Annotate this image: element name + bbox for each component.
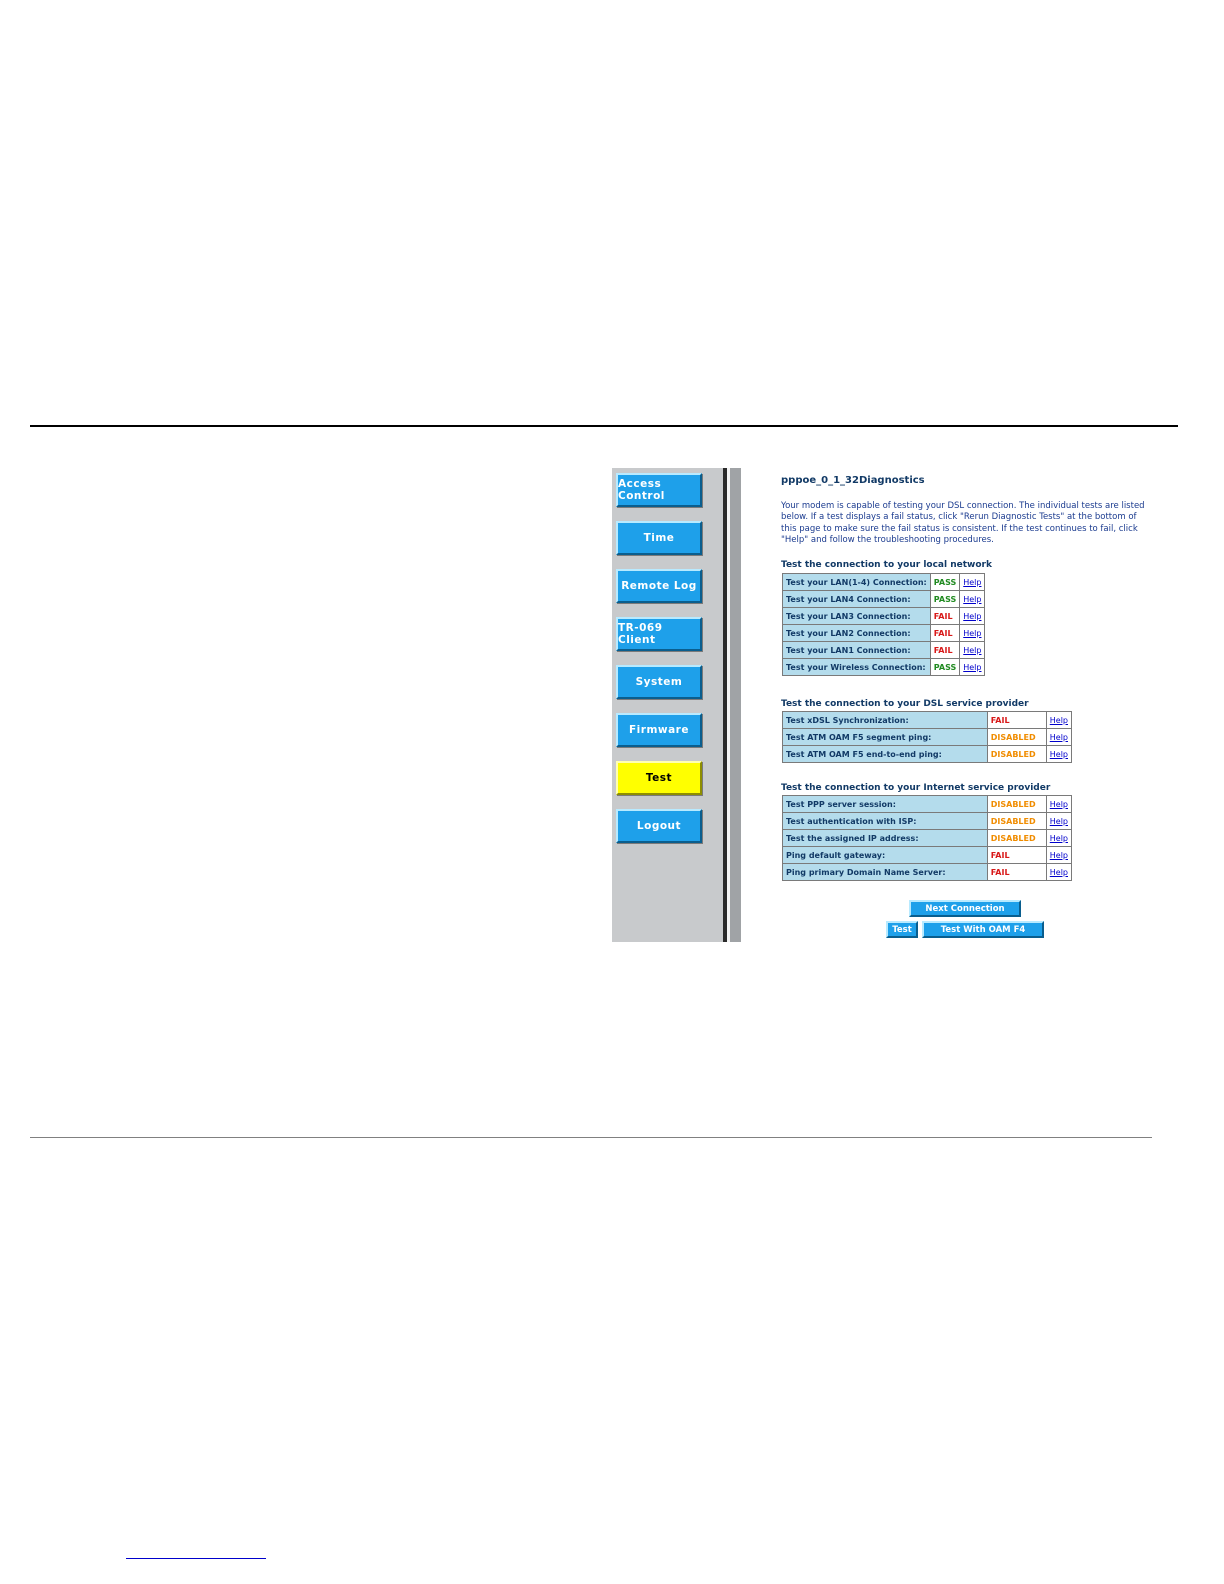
test-oam-f4-button[interactable]: Test With OAM F4 xyxy=(922,921,1044,938)
status-pass: PASS xyxy=(929,590,961,608)
help-link[interactable]: Help xyxy=(1050,750,1068,759)
table-row: Test your LAN2 Connection: FAIL Help xyxy=(782,624,986,642)
help-link[interactable]: Help xyxy=(963,578,981,587)
table-row: Test ATM OAM F5 end-to-end ping: DISABLE… xyxy=(782,745,1073,763)
help-link[interactable]: Help xyxy=(963,612,981,621)
table-row: Test your Wireless Connection: PASS Help xyxy=(782,658,986,676)
help-link[interactable]: Help xyxy=(963,663,981,672)
intro-text: Your modem is capable of testing your DS… xyxy=(781,501,1145,545)
status-pass: PASS xyxy=(929,658,961,676)
table-row: Test your LAN3 Connection: FAIL Help xyxy=(782,607,986,625)
table-row: Test your LAN4 Connection: PASS Help xyxy=(782,590,986,608)
test-label: Test authentication with ISP: xyxy=(782,812,988,830)
table-row: Test xDSL Synchronization: FAIL Help xyxy=(782,711,1073,729)
test-label: Test xDSL Synchronization: xyxy=(782,711,988,729)
page-rule-bottom xyxy=(30,1137,1152,1138)
status-disabled: DISABLED xyxy=(986,795,1047,813)
status-disabled: DISABLED xyxy=(986,728,1047,746)
table-row: Test authentication with ISP: DISABLED H… xyxy=(782,812,1073,830)
help-link[interactable]: Help xyxy=(963,629,981,638)
dsl-provider-table: Test xDSL Synchronization: FAIL Help Tes… xyxy=(782,711,1073,763)
test-button[interactable]: Test xyxy=(886,921,918,938)
nav-time-button[interactable]: Time xyxy=(616,521,702,555)
help-link[interactable]: Help xyxy=(1050,868,1068,877)
test-label: Test your LAN2 Connection: xyxy=(782,624,931,642)
table-row: Test PPP server session: DISABLED Help xyxy=(782,795,1073,813)
local-network-table: Test your LAN(1-4) Connection: PASS Help… xyxy=(782,573,986,676)
status-fail: FAIL xyxy=(929,607,961,625)
nav-access-control-button[interactable]: Access Control xyxy=(616,473,702,507)
status-fail: FAIL xyxy=(986,711,1047,729)
test-label: Test your Wireless Connection: xyxy=(782,658,931,676)
test-label: Ping default gateway: xyxy=(782,846,988,864)
table-row: Test the assigned IP address: DISABLED H… xyxy=(782,829,1073,847)
nav-tr069-client-button[interactable]: TR-069 Client xyxy=(616,617,702,651)
nav-system-button[interactable]: System xyxy=(616,665,702,699)
sidebar: Access Control Time Remote Log TR-069 Cl… xyxy=(612,468,723,942)
status-fail: FAIL xyxy=(986,846,1047,864)
status-fail: FAIL xyxy=(986,863,1047,881)
section-title-local-network: Test the connection to your local networ… xyxy=(781,560,992,570)
status-disabled: DISABLED xyxy=(986,745,1047,763)
router-diagnostics-screenshot: Access Control Time Remote Log TR-069 Cl… xyxy=(612,468,1152,942)
nav-firmware-button[interactable]: Firmware xyxy=(616,713,702,747)
help-link[interactable]: Help xyxy=(963,646,981,655)
section-title-dsl-provider: Test the connection to your DSL service … xyxy=(781,699,1029,709)
status-fail: FAIL xyxy=(929,641,961,659)
nav-remote-log-button[interactable]: Remote Log xyxy=(616,569,702,603)
help-link[interactable]: Help xyxy=(1050,851,1068,860)
status-disabled: DISABLED xyxy=(986,829,1047,847)
test-label: Test ATM OAM F5 segment ping: xyxy=(782,728,988,746)
status-pass: PASS xyxy=(929,573,961,591)
internet-provider-table: Test PPP server session: DISABLED Help T… xyxy=(782,795,1073,881)
frame-divider[interactable] xyxy=(723,468,741,942)
diagnostics-content: pppoe_0_1_32Diagnostics Your modem is ca… xyxy=(741,468,1152,942)
help-link[interactable]: Help xyxy=(1050,733,1068,742)
test-label: Test ATM OAM F5 end-to-end ping: xyxy=(782,745,988,763)
nav-logout-button[interactable]: Logout xyxy=(616,809,702,843)
page-rule-top xyxy=(30,425,1178,427)
help-link[interactable]: Help xyxy=(1050,834,1068,843)
table-row: Test your LAN1 Connection: FAIL Help xyxy=(782,641,986,659)
help-link[interactable]: Help xyxy=(1050,817,1068,826)
status-disabled: DISABLED xyxy=(986,812,1047,830)
table-row: Ping primary Domain Name Server: FAIL He… xyxy=(782,863,1073,881)
test-label: Test the assigned IP address: xyxy=(782,829,988,847)
next-connection-button[interactable]: Next Connection xyxy=(909,900,1021,917)
table-row: Ping default gateway: FAIL Help xyxy=(782,846,1073,864)
section-title-internet-provider: Test the connection to your Internet ser… xyxy=(781,783,1051,793)
page-title: pppoe_0_1_32Diagnostics xyxy=(781,475,925,486)
help-link[interactable]: Help xyxy=(1050,800,1068,809)
nav-test-button[interactable]: Test xyxy=(616,761,702,795)
status-fail: FAIL xyxy=(929,624,961,642)
test-label: Test your LAN(1-4) Connection: xyxy=(782,573,931,591)
footnote-separator xyxy=(126,1558,266,1559)
help-link[interactable]: Help xyxy=(1050,716,1068,725)
test-label: Test your LAN3 Connection: xyxy=(782,607,931,625)
test-label: Test PPP server session: xyxy=(782,795,988,813)
help-link[interactable]: Help xyxy=(963,595,981,604)
table-row: Test your LAN(1-4) Connection: PASS Help xyxy=(782,573,986,591)
table-row: Test ATM OAM F5 segment ping: DISABLED H… xyxy=(782,728,1073,746)
test-label: Test your LAN1 Connection: xyxy=(782,641,931,659)
test-label: Ping primary Domain Name Server: xyxy=(782,863,988,881)
test-label: Test your LAN4 Connection: xyxy=(782,590,931,608)
